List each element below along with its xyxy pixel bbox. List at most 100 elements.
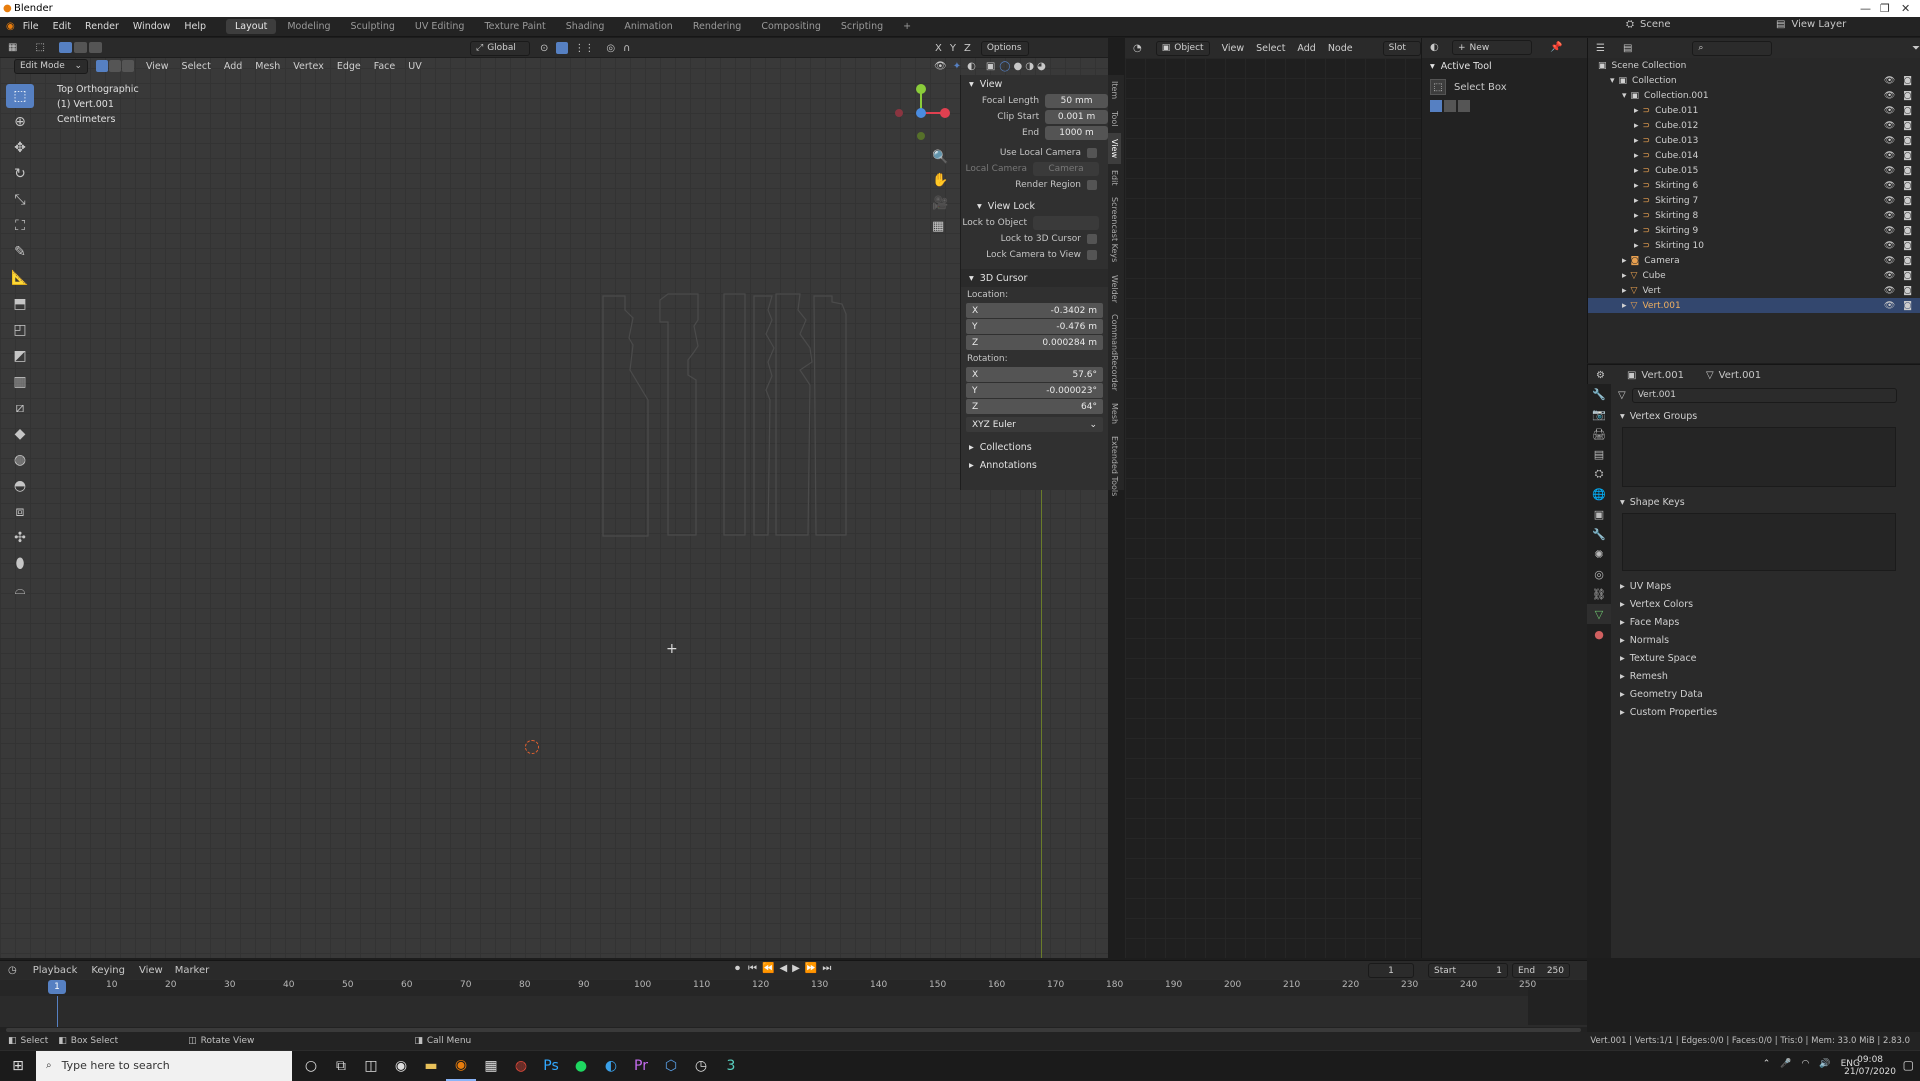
overlay-icon[interactable]: ◐ [967,61,976,72]
steam-icon[interactable]: ◉ [386,1051,416,1081]
tab-shading[interactable]: Shading [557,19,614,34]
visual-studio-icon[interactable]: ⬡ [656,1051,686,1081]
geometry-data-header[interactable]: ▸ Geometry Data [1616,685,1916,703]
file-explorer-icon[interactable]: ▬ [416,1051,446,1081]
eye-icon[interactable]: 👁 [1884,91,1895,101]
camera-icon[interactable]: ◙ [1903,166,1912,176]
eye-icon[interactable]: 👁 [1884,241,1895,251]
menu-edit[interactable]: Edit [53,21,71,32]
tab-tool[interactable]: Tool [1108,105,1121,133]
next-key-icon[interactable]: ⏩ [805,963,817,974]
shrink-fatten-tool-icon[interactable]: ✣ [6,526,34,550]
premiere-icon[interactable]: Pr [626,1051,656,1081]
mode-new-icon[interactable] [1430,100,1442,112]
camera-icon[interactable]: ◙ [1903,226,1912,236]
lock-to-cursor-checkbox[interactable] [1087,234,1097,244]
modifier-tab-icon[interactable]: 🔧 [1587,524,1611,544]
camera-icon[interactable]: ◙ [1903,286,1912,296]
cursor-location-x[interactable]: X -0.3402 m [966,303,1103,318]
tab-view[interactable]: View [1108,132,1121,164]
cursor-location-z[interactable]: Z 0.000284 m [966,335,1103,350]
tab-extended-tools[interactable]: Extended Tools [1108,430,1121,502]
editor-type-icon[interactable]: ▦ [8,42,17,53]
new-material-button[interactable]: + New [1452,40,1532,55]
texture-space-header[interactable]: ▸ Texture Space [1616,649,1916,667]
face-select-icon[interactable] [122,60,134,72]
lock-to-object-field[interactable] [1033,216,1099,230]
wifi-icon[interactable]: ◠ [1802,1059,1810,1069]
tool-tab-icon[interactable]: 🔧 [1587,384,1611,404]
editor-type-icon[interactable]: ☰ [1596,43,1605,54]
jump-start-icon[interactable]: ⏮ [748,963,757,974]
select-subtract-icon[interactable] [88,42,102,53]
menu-edge[interactable]: Edge [337,61,361,72]
outliner-vert[interactable]: ▸ ▽ Vert 👁 ◙ [1588,283,1920,298]
gizmo-icon[interactable]: ✦ [953,61,961,72]
3d-cursor-header[interactable]: ▾ 3D Cursor [961,269,1108,287]
shear-tool-icon[interactable]: ⬮ [6,552,34,576]
editor-type-icon[interactable]: ⚙ [1596,370,1605,381]
tab-uv-editing[interactable]: UV Editing [406,19,474,34]
volume-icon[interactable]: 🔊 [1819,1059,1830,1069]
menu-face[interactable]: Face [374,61,395,72]
select-extend-icon[interactable] [73,42,87,53]
tab-scripting[interactable]: Scripting [832,19,892,34]
eye-icon[interactable]: 👁 [1884,106,1895,116]
editor-type-icon[interactable]: ◔ [1133,43,1142,54]
falloff-icon[interactable]: ∩ [623,43,630,54]
camera-icon[interactable]: ◙ [1903,151,1912,161]
orientation-dropdown[interactable]: ⤢ Global [470,40,530,56]
prev-key-icon[interactable]: ⏪ [762,963,774,974]
solid-shading-icon[interactable]: ● [1013,61,1022,72]
pan-hand-icon[interactable]: ✋ [932,169,948,192]
rotation-mode-dropdown[interactable]: XYZ Euler ⌄ [966,417,1103,432]
custom-properties-header[interactable]: ▸ Custom Properties [1616,703,1916,721]
cortana-icon[interactable]: ○ [296,1051,326,1081]
outliner-collection[interactable]: ▾ ▣ Collection 👁 ◙ [1588,73,1920,88]
xray-icon[interactable]: ▣ [986,61,995,72]
eye-icon[interactable]: 👁 [1884,211,1895,221]
outliner-item[interactable]: ▸ ⊃ Skirting 10 👁 ◙ [1588,238,1920,253]
local-camera-field[interactable]: Camera [1033,162,1099,176]
view-layer-selector[interactable]: ▤ View Layer [1776,19,1846,30]
outliner-item[interactable]: ▸ ⊃ Skirting 9 👁 ◙ [1588,223,1920,238]
camera-icon[interactable]: ◙ [1903,271,1912,281]
active-tool-header[interactable]: ▾ Active Tool [1422,57,1588,75]
menu-marker[interactable]: Marker [175,965,210,976]
microphone-icon[interactable]: 🎤 [1780,1059,1791,1069]
menu-help[interactable]: Help [184,21,206,32]
face-maps-header[interactable]: ▸ Face Maps [1616,613,1916,631]
cursor-rotation-y[interactable]: Y -0.000023° [966,383,1103,398]
tray-chevron-icon[interactable]: ⌃ [1763,1059,1771,1069]
camera-icon[interactable]: ◙ [1903,121,1912,131]
menu-render[interactable]: Render [85,21,119,32]
extrude-tool-icon[interactable]: ⬒ [6,292,34,316]
loop-cut-tool-icon[interactable]: ▥ [6,370,34,394]
eye-icon[interactable]: 👁 [1884,76,1895,86]
shape-keys-list[interactable] [1622,513,1896,571]
menu-select[interactable]: Select [182,61,211,72]
edge-icon[interactable]: ◐ [596,1051,626,1081]
camera-icon[interactable]: ◙ [1903,136,1912,146]
menu-node-node[interactable]: Node [1328,43,1353,54]
outliner-search[interactable]: ⌕ [1692,40,1772,56]
view-section-header[interactable]: ▾ View [961,75,1108,93]
ortho-grid-icon[interactable]: ▦ [932,215,948,238]
tab-screencast-keys[interactable]: Screencast Keys [1108,191,1121,268]
mesh-select-mode[interactable] [96,60,134,72]
minimize-icon[interactable]: — [1860,2,1871,15]
outliner-cube[interactable]: ▸ ▽ Cube 👁 ◙ [1588,268,1920,283]
eye-icon[interactable]: 👁 [1884,151,1895,161]
eye-icon[interactable]: 👁 [1884,136,1895,146]
edge-slide-tool-icon[interactable]: ⧈ [6,500,34,524]
tab-animation[interactable]: Animation [615,19,681,34]
camera-icon[interactable]: ◙ [1903,256,1912,266]
rotate-tool-icon[interactable]: ↻ [6,162,34,186]
object-type-dropdown[interactable]: ▣ Object [1155,40,1210,56]
tab-edit[interactable]: Edit [1108,164,1121,192]
transform-tool-icon[interactable]: ⛶ [6,214,34,238]
camera-icon[interactable]: ◙ [1903,241,1912,251]
outliner-item[interactable]: ▸ ⊃ Skirting 7 👁 ◙ [1588,193,1920,208]
eye-icon[interactable]: 👁 [1884,301,1895,311]
camera-icon[interactable]: ◙ [1903,301,1912,311]
